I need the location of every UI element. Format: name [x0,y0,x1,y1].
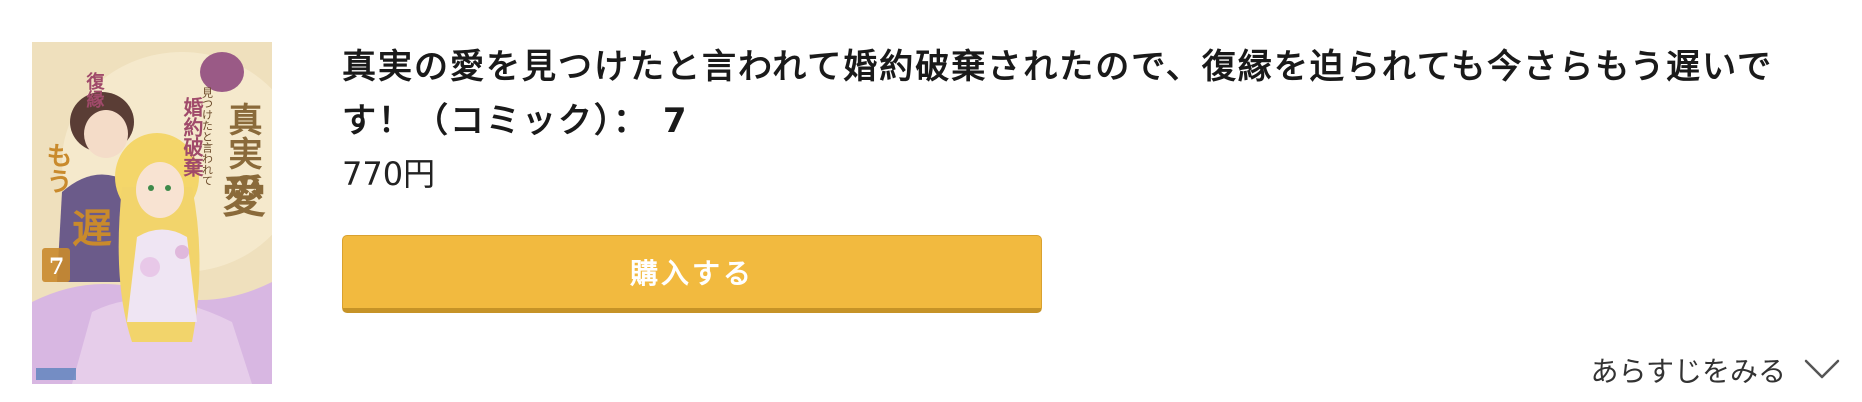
product-title[interactable]: 真実の愛を見つけたと言われて婚約破棄されたので、復縁を迫られても今さらもう遅いで… [342,40,1822,148]
synopsis-toggle[interactable]: あらすじをみる [1591,350,1840,390]
cover-konyaku-text: 婚約破棄 [180,96,204,178]
product-price: 770円 [342,155,436,193]
cover-image[interactable]: 真実の 愛 もう 遅 見つけたと言われて 婚約破棄 復縁 7 [32,42,272,384]
cover-osoi-text: 遅 [72,205,112,252]
cover-illustration: 真実の 愛 もう 遅 見つけたと言われて 婚約破棄 復縁 7 [32,42,272,384]
cover-love-text: 愛 [222,172,266,223]
buy-button[interactable]: 購入する [342,235,1042,313]
product-card: 真実の 愛 もう 遅 見つけたと言われて 婚約破棄 復縁 7 真実の愛を見つけた… [0,0,1862,402]
synopsis-label: あらすじをみる [1590,355,1786,388]
chevron-down-icon [1804,354,1840,387]
cover-mou-text: もう [42,142,72,194]
cover-fukuen-text: 復縁 [84,71,106,109]
cover-volume-text: 7 [49,254,64,280]
buy-button-label: 購入する [629,257,754,290]
